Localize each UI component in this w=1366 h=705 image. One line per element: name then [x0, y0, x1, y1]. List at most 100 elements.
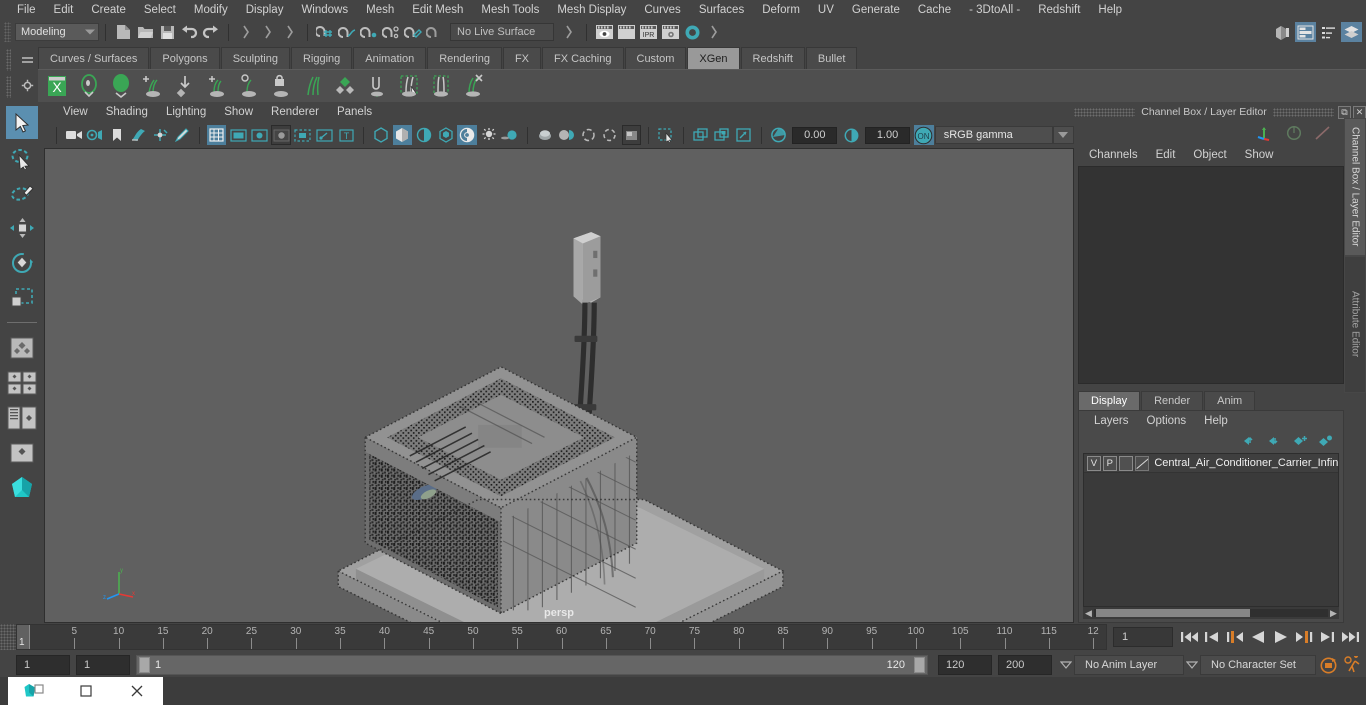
channel-menu-edit[interactable]: Edit: [1147, 149, 1185, 161]
exposure-field[interactable]: 0.00: [792, 126, 838, 144]
ipr-render-icon[interactable]: IPR: [638, 22, 658, 42]
status-line-grip[interactable]: [4, 22, 11, 42]
snap-to-grid-icon[interactable]: [315, 22, 335, 42]
panel-pan-icon[interactable]: [734, 125, 754, 145]
snap-to-view-plane-icon[interactable]: [403, 22, 423, 42]
select-camera-icon[interactable]: [64, 125, 84, 145]
play-forwards-icon[interactable]: [1271, 626, 1291, 648]
xgen-sculpt-icon[interactable]: [362, 71, 392, 101]
step-back-keyframe-icon[interactable]: [1202, 626, 1222, 648]
shelf-tab-rigging[interactable]: Rigging: [290, 47, 353, 69]
range-slider[interactable]: 1 120: [136, 655, 928, 675]
menu-windows[interactable]: Windows: [292, 0, 357, 20]
move-layer-down-icon[interactable]: [1268, 435, 1283, 447]
rotate-tool-button[interactable]: [6, 246, 38, 279]
layer-menu-options[interactable]: Options: [1138, 415, 1196, 427]
xgen-add-guide-icon[interactable]: [138, 71, 168, 101]
menu-generate[interactable]: Generate: [843, 0, 909, 20]
menu-mesh-display[interactable]: Mesh Display: [548, 0, 635, 20]
xgen-editor-icon[interactable]: X: [42, 71, 72, 101]
shelf-grip[interactable]: [0, 44, 16, 102]
textured-icon[interactable]: [436, 125, 456, 145]
resolution-gate-icon[interactable]: [250, 125, 270, 145]
menu-surfaces[interactable]: Surfaces: [690, 0, 753, 20]
scroll-right-arrow-icon[interactable]: ▶: [1328, 608, 1339, 619]
menuset-selector[interactable]: Modeling: [15, 23, 99, 41]
scroll-left-arrow-icon[interactable]: ◀: [1083, 608, 1094, 619]
viewport-menu-renderer[interactable]: Renderer: [262, 106, 328, 118]
depth-of-field-icon[interactable]: [578, 125, 598, 145]
playback-end-time-field[interactable]: 120: [938, 655, 992, 675]
shelf-menu-icon[interactable]: [21, 55, 34, 66]
gamma-icon[interactable]: [841, 125, 861, 145]
tab-display[interactable]: Display: [1078, 391, 1141, 410]
app-icon[interactable]: [8, 677, 60, 705]
new-layer-icon[interactable]: [1293, 435, 1308, 447]
step-forward-frame-icon[interactable]: [1294, 626, 1314, 648]
layer-menu-help[interactable]: Help: [1195, 415, 1237, 427]
current-frame-field[interactable]: 1: [1113, 627, 1173, 647]
film-gate-icon[interactable]: [228, 125, 248, 145]
restore-icon[interactable]: ⧉: [1338, 105, 1351, 119]
shelf-tab-redshift[interactable]: Redshift: [740, 47, 805, 69]
range-start-handle[interactable]: [139, 657, 150, 673]
display-layer-list[interactable]: V P Central_Air_Conditioner_Carrier_Infi…: [1083, 453, 1339, 607]
shelf-tab-polygons[interactable]: Polygons: [150, 47, 220, 69]
menu-deform[interactable]: Deform: [753, 0, 809, 20]
go-to-start-icon[interactable]: [1179, 626, 1199, 648]
xgen-clump-icon[interactable]: [426, 71, 456, 101]
scroll-thumb[interactable]: [1096, 609, 1251, 617]
step-forward-keyframe-icon[interactable]: [1317, 626, 1337, 648]
layer-visibility-toggle[interactable]: V: [1087, 455, 1101, 471]
layer-display-type-toggle[interactable]: [1118, 455, 1133, 471]
snap-to-projected-center-icon[interactable]: [381, 22, 401, 42]
xgen-delete-guide-icon[interactable]: [458, 71, 488, 101]
gamma-field[interactable]: 1.00: [864, 126, 911, 144]
multisample-icon[interactable]: [557, 125, 577, 145]
bookmark-icon[interactable]: [107, 125, 127, 145]
shelf-tab-curves-surfaces[interactable]: Curves / Surfaces: [38, 47, 150, 69]
xgen-add-density-icon[interactable]: [202, 71, 232, 101]
menu-mesh-tools[interactable]: Mesh Tools: [472, 0, 548, 20]
playback-start-time-field[interactable]: 1: [76, 655, 130, 675]
hypershade-icon[interactable]: [682, 22, 702, 42]
new-scene-icon[interactable]: [113, 22, 133, 42]
new-layer-from-selected-icon[interactable]: [1318, 435, 1333, 447]
channel-menu-channels[interactable]: Channels: [1080, 149, 1147, 161]
select-arrow-end-icon[interactable]: [704, 22, 724, 42]
viewport-menu-lighting[interactable]: Lighting: [157, 106, 215, 118]
shelf-tab-rendering[interactable]: Rendering: [427, 47, 502, 69]
viewport-menu-view[interactable]: View: [54, 106, 97, 118]
select-region-icon[interactable]: [656, 125, 676, 145]
character-set-chevron-down-icon[interactable]: [1184, 655, 1200, 675]
shelf-tab-sculpting[interactable]: Sculpting: [220, 47, 290, 69]
text-overlay-icon[interactable]: T: [336, 125, 356, 145]
anim-layer-select[interactable]: No Anim Layer: [1074, 655, 1184, 675]
tab-anim[interactable]: Anim: [1204, 391, 1256, 410]
slash-icon[interactable]: [1314, 125, 1332, 141]
vtab-attribute-editor[interactable]: Attribute Editor: [1344, 255, 1366, 393]
perspective-viewport[interactable]: . y z x persp: [44, 148, 1074, 623]
layer-color-swatch[interactable]: [1134, 455, 1150, 471]
vtab-channel-box[interactable]: Channel Box / Layer Editor: [1344, 118, 1366, 256]
grid-toggle-icon[interactable]: [206, 125, 227, 145]
shelf-options-gear-icon[interactable]: [21, 79, 34, 92]
quick-layout-single-button[interactable]: [6, 331, 38, 364]
xgen-lock-guide-icon[interactable]: [266, 71, 296, 101]
save-scene-icon[interactable]: [157, 22, 177, 42]
shelf-tab-bullet[interactable]: Bullet: [805, 47, 858, 69]
menu-edit[interactable]: Edit: [45, 0, 83, 20]
render-current-frame-icon[interactable]: [594, 22, 614, 42]
time-slider[interactable]: 1 5 10 15 20 25 30 35 40 45 50 55 60 65 70 75 80 85 90 95 1…: [16, 624, 1107, 650]
viewport-menu-shading[interactable]: Shading: [97, 106, 157, 118]
menu-uv[interactable]: UV: [809, 0, 843, 20]
shelf-tab-xgen[interactable]: XGen: [687, 47, 740, 69]
xgen-sphere-icon[interactable]: [106, 71, 136, 101]
menu-help[interactable]: Help: [1089, 0, 1131, 20]
close-icon[interactable]: [111, 677, 163, 705]
panel-zoom-icon[interactable]: [315, 125, 335, 145]
shelf-tab-animation[interactable]: Animation: [353, 47, 427, 69]
open-scene-icon[interactable]: [135, 22, 155, 42]
snap-to-point-icon[interactable]: [359, 22, 379, 42]
animation-preferences-icon[interactable]: [1340, 655, 1366, 675]
